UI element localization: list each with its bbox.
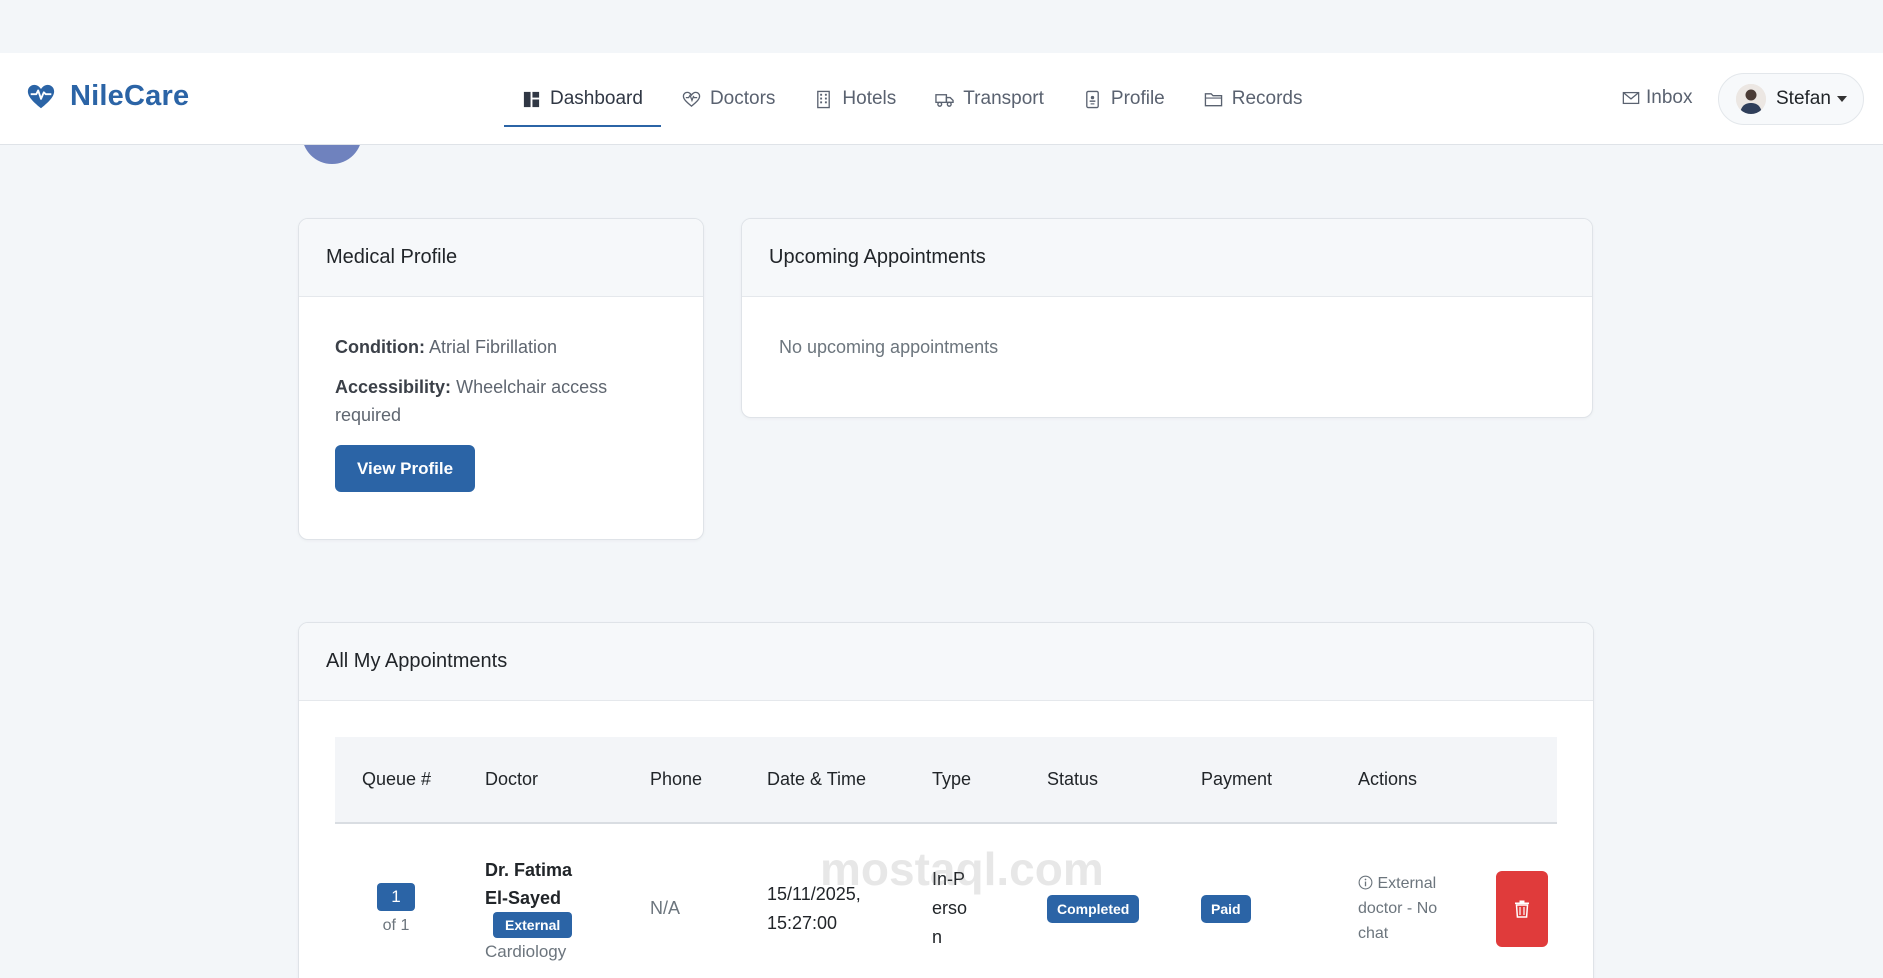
- top-strip: [0, 0, 1883, 53]
- condition-line: Condition: Atrial Fibrillation: [335, 333, 667, 361]
- table-header-row: Queue # Doctor Phone Date & Time Type St…: [335, 737, 1557, 823]
- status-badge: Completed: [1047, 894, 1140, 923]
- action-note: External doctor - No chat: [1358, 871, 1458, 946]
- queue-of-text: of 1: [382, 916, 410, 934]
- nav-profile-label: Profile: [1110, 88, 1165, 109]
- heart-pulse-icon: [27, 84, 55, 108]
- truck-icon: [935, 93, 954, 107]
- user-menu-button[interactable]: Stefan: [1718, 73, 1864, 125]
- accessibility-line: Accessibility: Wheelchair access require…: [335, 373, 667, 429]
- condition-label: Condition:: [335, 337, 425, 357]
- nav-dashboard-label: Dashboard: [550, 88, 643, 109]
- col-status: Status: [1047, 769, 1099, 789]
- doctor-name: Dr. Fatima El-Sayed: [485, 859, 573, 908]
- nav-dashboard[interactable]: Dashboard: [504, 53, 661, 145]
- inbox-label: Inbox: [1646, 87, 1693, 108]
- brand-logo[interactable]: NileCare: [26, 80, 189, 113]
- col-datetime: Date & Time: [767, 769, 867, 789]
- upcoming-empty-text: No upcoming appointments: [779, 337, 999, 357]
- upcoming-appointments-card: Upcoming Appointments No upcoming appoin…: [741, 218, 1593, 418]
- navbar: NileCare Dashboard Doctors Hotels Transp…: [0, 53, 1883, 145]
- heart-pulse-icon: [682, 91, 701, 107]
- dashboard-icon: [523, 91, 540, 107]
- condition-value: Atrial Fibrillation: [428, 337, 558, 357]
- nav-records[interactable]: Records: [1186, 53, 1321, 145]
- user-avatar: [1736, 84, 1766, 114]
- medical-profile-card: Medical Profile Condition: Atrial Fibril…: [298, 218, 704, 540]
- building-icon: [817, 90, 831, 108]
- brand-name: NileCare: [70, 80, 190, 112]
- col-type: Type: [932, 769, 972, 789]
- watermark: mostaql.com: [820, 843, 1104, 895]
- nav-records-label: Records: [1231, 88, 1303, 109]
- external-badge: External: [493, 911, 573, 938]
- nav-hotels-label: Hotels: [842, 88, 897, 109]
- view-profile-button[interactable]: View Profile: [335, 445, 476, 492]
- nav-transport-label: Transport: [963, 88, 1044, 109]
- col-doctor: Doctor: [485, 769, 539, 789]
- col-actions: Actions: [1358, 769, 1418, 789]
- medical-profile-title: Medical Profile: [299, 219, 703, 297]
- folder-icon: [1204, 92, 1222, 106]
- info-icon: [1358, 875, 1373, 890]
- inbox-link[interactable]: Inbox: [1622, 87, 1692, 109]
- chevron-down-icon: [1836, 96, 1847, 102]
- nav-doctors-label: Doctors: [709, 88, 776, 109]
- main-nav: Dashboard Doctors Hotels Transport Profi…: [504, 53, 1324, 145]
- payment-badge: Paid: [1201, 894, 1251, 923]
- user-name: Stefan: [1776, 88, 1831, 109]
- id-card-icon: [1086, 90, 1099, 108]
- upcoming-appointments-title: Upcoming Appointments: [742, 219, 1592, 297]
- nav-transport[interactable]: Transport: [917, 53, 1062, 145]
- col-payment: Payment: [1201, 769, 1273, 789]
- col-queue: Queue #: [362, 769, 432, 789]
- accessibility-label: Accessibility:: [335, 377, 452, 397]
- col-phone: Phone: [650, 769, 703, 789]
- delete-appointment-button[interactable]: [1496, 870, 1548, 947]
- nav-profile[interactable]: Profile: [1065, 53, 1183, 145]
- all-appointments-card: All My Appointments Queue # Doctor Phone…: [298, 622, 1594, 978]
- phone-cell: N/A: [650, 898, 681, 918]
- nav-doctors[interactable]: Doctors: [664, 53, 793, 145]
- user-photo-icon: [1736, 84, 1766, 114]
- doctor-specialty: Cardiology: [485, 941, 567, 961]
- envelope-icon: [1622, 91, 1640, 105]
- nav-hotels[interactable]: Hotels: [796, 53, 914, 145]
- queue-number-badge: 1: [377, 882, 415, 911]
- trash-icon: [1515, 900, 1529, 918]
- all-appointments-title: All My Appointments: [299, 623, 1593, 701]
